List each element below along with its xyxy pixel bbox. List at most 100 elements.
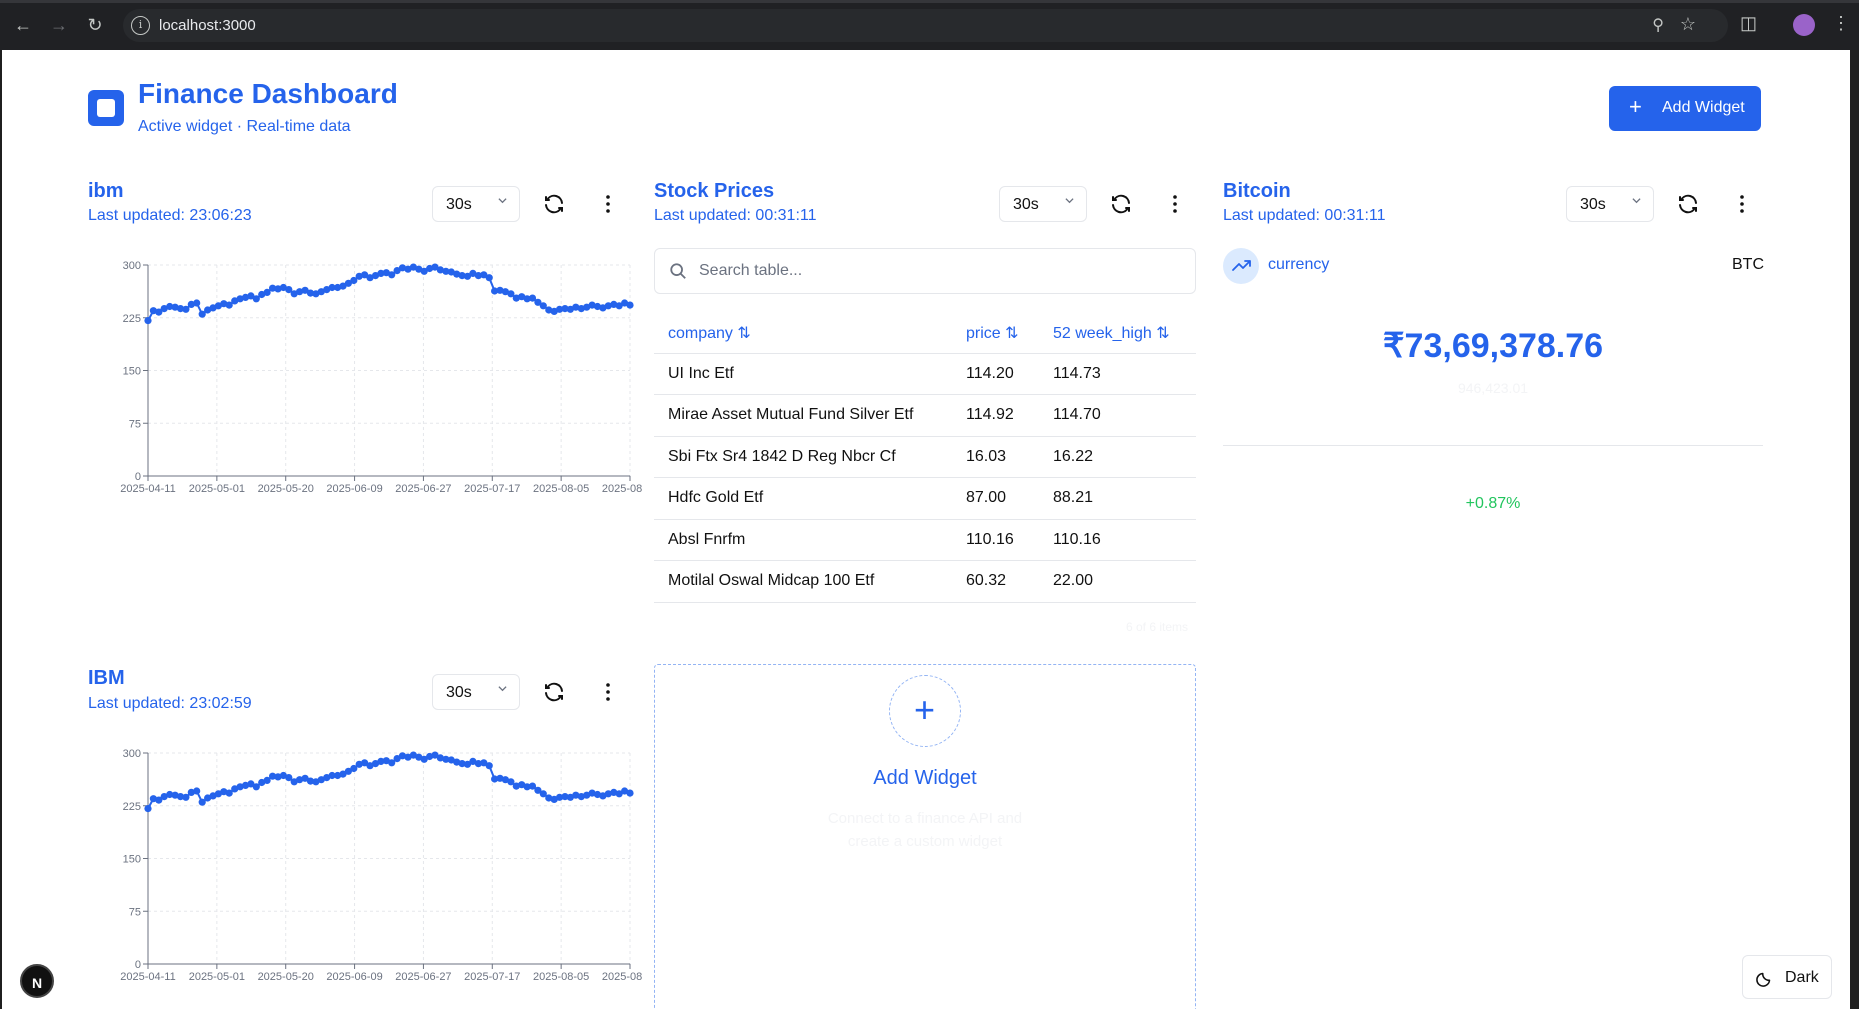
x-tick-label: 2025-05-20 <box>258 971 314 983</box>
scrollbar[interactable] <box>1850 50 1859 1009</box>
column-header-price[interactable]: price ⇅ <box>966 323 1019 343</box>
table-row[interactable]: Motilal Oswal Midcap 100 Etf 60.32 22.00 <box>654 561 1196 603</box>
tab-strip-edge <box>0 0 1859 3</box>
cell-52-week-high: 22.00 <box>1053 572 1094 589</box>
refresh-interval-select[interactable]: 30s <box>999 186 1087 222</box>
extensions-icon[interactable]: ◫ <box>1740 13 1757 34</box>
x-tick-label: 2025-08-29 <box>602 483 642 495</box>
data-point <box>193 299 201 307</box>
widget-updated-ibm-2: Last updated: 23:02:59 <box>88 695 252 712</box>
divider <box>1223 445 1763 446</box>
table-row[interactable]: UI Inc Etf 114.20 114.73 <box>654 354 1196 395</box>
column-header-company[interactable]: company ⇅ <box>668 323 751 343</box>
ibm-price-chart: 0 75 150 225 300 2025-04-11 2025-05-01 2025-05-… <box>120 260 642 495</box>
refresh-icon[interactable] <box>542 680 566 704</box>
widget-title-ibm-2: IBM <box>88 667 125 689</box>
table-row[interactable]: Mirae Asset Mutual Fund Silver Etf 114.9… <box>654 395 1196 437</box>
data-point <box>485 762 493 770</box>
cell-52-week-high: 110.16 <box>1053 530 1101 548</box>
x-tick-label: 2025-07-17 <box>464 483 520 495</box>
add-widget-card-title: Add Widget <box>873 767 977 789</box>
table-row[interactable]: Hdfc Gold Etf 87.00 88.21 <box>654 478 1196 520</box>
cell-price: 16.03 <box>966 447 1007 465</box>
x-tick-label: 2025-06-27 <box>395 971 451 983</box>
cell-company: Hdfc Gold Etf <box>668 489 764 506</box>
chevron-down-icon <box>1632 198 1641 204</box>
refresh-icon[interactable] <box>542 192 566 216</box>
interval-value: 30s <box>446 196 472 213</box>
refresh-icon[interactable] <box>1676 192 1700 216</box>
address-bar[interactable]: i localhost:3000 ⚲ ☆ <box>123 9 1728 42</box>
profile-avatar[interactable] <box>1793 14 1815 36</box>
data-point <box>193 787 201 795</box>
chevron-down-icon <box>498 686 507 692</box>
y-tick-label: 225 <box>123 801 141 813</box>
more-vertical-icon[interactable] <box>1163 192 1187 216</box>
x-tick-label: 2025-06-09 <box>326 483 382 495</box>
browser-toolbar: ← → ↻ i localhost:3000 ⚲ ☆ ◫ ⋮ <box>0 0 1859 50</box>
browser-menu-icon[interactable]: ⋮ <box>1832 13 1850 34</box>
interval-value: 30s <box>1013 196 1039 213</box>
theme-toggle-button[interactable]: Dark <box>1742 955 1832 999</box>
table-row[interactable]: Absl Fnrfm 110.16 110.16 <box>654 520 1196 561</box>
x-tick-label: 2025-08-29 <box>602 971 642 983</box>
cell-52-week-high: 114.70 <box>1053 406 1101 423</box>
x-tick-label: 2025-05-20 <box>258 483 314 495</box>
chevron-down-icon <box>498 198 507 204</box>
table-header: company ⇅ price ⇅ 52 week_high ⇅ <box>654 312 1196 354</box>
theme-toggle-label: Dark <box>1785 969 1819 986</box>
forward-icon[interactable]: → <box>47 13 71 37</box>
add-widget-button[interactable]: + Add Widget <box>1609 86 1761 131</box>
currency-label: currency <box>1268 256 1330 273</box>
plus-icon: + <box>1629 94 1642 119</box>
cell-price: 110.16 <box>966 530 1014 548</box>
ibm-price-chart-2: 0 75 150 225 300 2025-04-11 2025-05-01 2025-05-… <box>120 748 642 983</box>
column-header-52-week-high[interactable]: 52 week_high ⇅ <box>1053 323 1170 343</box>
bookmark-star-icon[interactable]: ☆ <box>1680 14 1696 35</box>
table-item-count: 6 of 6 items <box>1126 620 1189 634</box>
search-icon <box>670 263 686 279</box>
add-widget-card-description: Connect to a finance API and create a cu… <box>827 810 1023 850</box>
interval-value: 30s <box>1580 196 1606 213</box>
widget-updated-bitcoin: Last updated: 00:31:11 <box>1223 207 1386 224</box>
plus-icon[interactable]: + <box>889 675 961 747</box>
chevron-down-icon <box>1065 198 1074 204</box>
refresh-interval-select[interactable]: 30s <box>432 674 520 710</box>
zoom-icon[interactable]: ⚲ <box>1652 15 1664 35</box>
refresh-interval-select[interactable]: 30s <box>432 186 520 222</box>
widget-title-bitcoin: Bitcoin <box>1223 180 1291 202</box>
cell-price: 87.00 <box>966 489 1007 506</box>
y-tick-label: 225 <box>123 313 141 325</box>
x-tick-label: 2025-04-11 <box>120 483 175 495</box>
add-widget-card[interactable]: + Add Widget Connect to a finance API an… <box>654 664 1196 1009</box>
more-vertical-icon[interactable] <box>596 680 620 704</box>
address-url[interactable]: localhost:3000 <box>159 17 256 34</box>
interval-value: 30s <box>446 684 472 701</box>
site-info-icon[interactable]: i <box>131 16 150 35</box>
refresh-interval-select[interactable]: 30s <box>1566 186 1654 222</box>
x-tick-label: 2025-06-27 <box>395 483 451 495</box>
data-point <box>144 317 152 325</box>
x-tick-label: 2025-07-17 <box>464 971 520 983</box>
data-point <box>485 274 493 282</box>
table-row[interactable]: Sbi Ftx Sr4 1842 D Reg Nbcr Cf 16.03 16.… <box>654 437 1196 478</box>
data-point <box>626 301 634 309</box>
more-vertical-icon[interactable] <box>596 192 620 216</box>
more-vertical-icon[interactable] <box>1730 192 1754 216</box>
x-tick-label: 2025-08-05 <box>533 483 589 495</box>
y-tick-label: 0 <box>135 959 141 971</box>
nextjs-dev-badge[interactable]: N <box>20 964 54 998</box>
cell-price: 114.20 <box>966 364 1014 382</box>
x-tick-label: 2025-05-01 <box>189 971 245 983</box>
refresh-icon[interactable] <box>1109 192 1133 216</box>
back-icon[interactable]: ← <box>11 13 35 37</box>
cell-company: Motilal Oswal Midcap 100 Etf <box>668 572 875 589</box>
moon-icon <box>1756 972 1771 987</box>
search-input[interactable] <box>699 259 1179 283</box>
cell-company: UI Inc Etf <box>668 364 734 382</box>
table-search[interactable] <box>654 248 1196 294</box>
data-point <box>182 793 190 801</box>
page-subtitle: Active widget · Real-time data <box>138 118 351 135</box>
reload-icon[interactable]: ↻ <box>83 13 107 37</box>
widget-title-ibm: ibm <box>88 180 124 202</box>
